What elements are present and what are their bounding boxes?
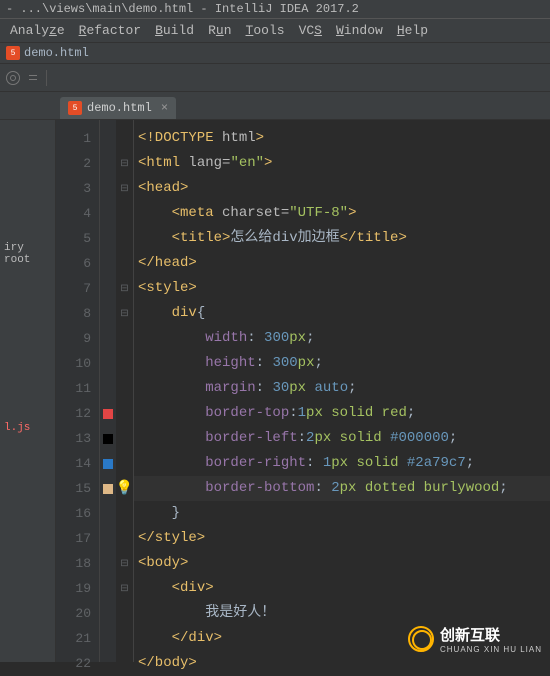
window-title-bar: - ...\views\main\demo.html - IntelliJ ID… xyxy=(0,0,550,19)
menu-build[interactable]: Build xyxy=(149,21,200,40)
menu-refactor[interactable]: Refactor xyxy=(73,21,147,40)
collapse-icon[interactable] xyxy=(26,71,40,85)
fold-icon[interactable]: ⊟ xyxy=(116,576,133,601)
editor-main: iry root l.js 1 2 3 4 5 6 7 8 9 10 11 12… xyxy=(0,120,550,662)
fold-icon[interactable]: ⊟ xyxy=(116,301,133,326)
line-number[interactable]: 4 xyxy=(56,201,99,226)
bulb-icon[interactable]: 💡 xyxy=(116,476,133,501)
fold-icon[interactable]: ⊟ xyxy=(116,176,133,201)
line-number[interactable]: 10 xyxy=(56,351,99,376)
line-number[interactable]: 16 xyxy=(56,501,99,526)
fold-icon[interactable]: ⊟ xyxy=(116,551,133,576)
fold-icon[interactable]: ⊟ xyxy=(116,276,133,301)
line-number-gutter: 1 2 3 4 5 6 7 8 9 10 11 12 13 14 15 16 1… xyxy=(56,120,100,662)
color-marker-blue[interactable] xyxy=(103,459,113,469)
watermark-text: 创新互联 xyxy=(440,624,542,645)
marker-gutter xyxy=(100,120,116,662)
menu-analyze[interactable]: Analyze xyxy=(4,21,71,40)
tab-demo-html[interactable]: 5 demo.html × xyxy=(60,97,176,119)
line-number[interactable]: 21 xyxy=(56,626,99,651)
line-number[interactable]: 1 xyxy=(56,126,99,151)
menu-tools[interactable]: Tools xyxy=(240,21,291,40)
menu-window[interactable]: Window xyxy=(330,21,389,40)
line-number[interactable]: 8 xyxy=(56,301,99,326)
close-icon[interactable]: × xyxy=(161,101,168,115)
line-number[interactable]: 12 xyxy=(56,401,99,426)
line-number[interactable]: 20 xyxy=(56,601,99,626)
menu-run[interactable]: Run xyxy=(202,21,237,40)
editor-tabs: 5 demo.html × xyxy=(0,92,550,120)
line-number[interactable]: 11 xyxy=(56,376,99,401)
line-number[interactable]: 15 xyxy=(56,476,99,501)
line-number[interactable]: 9 xyxy=(56,326,99,351)
breadcrumb-file[interactable]: demo.html xyxy=(24,46,89,60)
sidebar-label-js: l.js xyxy=(0,420,34,436)
line-number[interactable]: 22 xyxy=(56,651,99,676)
line-number[interactable]: 3 xyxy=(56,176,99,201)
line-number[interactable]: 13 xyxy=(56,426,99,451)
html5-icon: 5 xyxy=(6,46,20,60)
line-number[interactable]: 2 xyxy=(56,151,99,176)
separator xyxy=(46,70,47,86)
watermark-logo-icon xyxy=(408,626,434,652)
menu-help[interactable]: Help xyxy=(391,21,434,40)
watermark-subtext: CHUANG XIN HU LIAN xyxy=(440,645,542,654)
menu-bar: Analyze Refactor Build Run Tools VCS Win… xyxy=(0,19,550,43)
window-title: - ...\views\main\demo.html - IntelliJ ID… xyxy=(6,2,359,16)
line-number[interactable]: 7 xyxy=(56,276,99,301)
editor-toolbar xyxy=(0,64,550,92)
line-number[interactable]: 17 xyxy=(56,526,99,551)
breadcrumb: 5 demo.html xyxy=(0,43,550,64)
fold-gutter: ⊟ ⊟ ⊟ ⊟ 💡 ⊟ ⊟ xyxy=(116,120,134,662)
tab-label: demo.html xyxy=(87,101,152,115)
line-number[interactable]: 6 xyxy=(56,251,99,276)
line-number[interactable]: 18 xyxy=(56,551,99,576)
line-number[interactable]: 5 xyxy=(56,226,99,251)
project-sidebar: iry root l.js xyxy=(0,120,56,662)
line-number[interactable]: 19 xyxy=(56,576,99,601)
color-marker-red[interactable] xyxy=(103,409,113,419)
watermark: 创新互联 CHUANG XIN HU LIAN xyxy=(408,624,542,654)
color-marker-wheat[interactable] xyxy=(103,484,113,494)
menu-vcs[interactable]: VCS xyxy=(293,21,328,40)
html5-icon: 5 xyxy=(68,101,82,115)
fold-icon[interactable]: ⊟ xyxy=(116,151,133,176)
code-editor[interactable]: <!DOCTYPE html> <html lang="en"> <head> … xyxy=(134,120,550,662)
line-number[interactable]: 14 xyxy=(56,451,99,476)
color-marker-black[interactable] xyxy=(103,434,113,444)
gear-icon[interactable] xyxy=(6,71,20,85)
sidebar-label-root: iry root xyxy=(0,240,55,268)
